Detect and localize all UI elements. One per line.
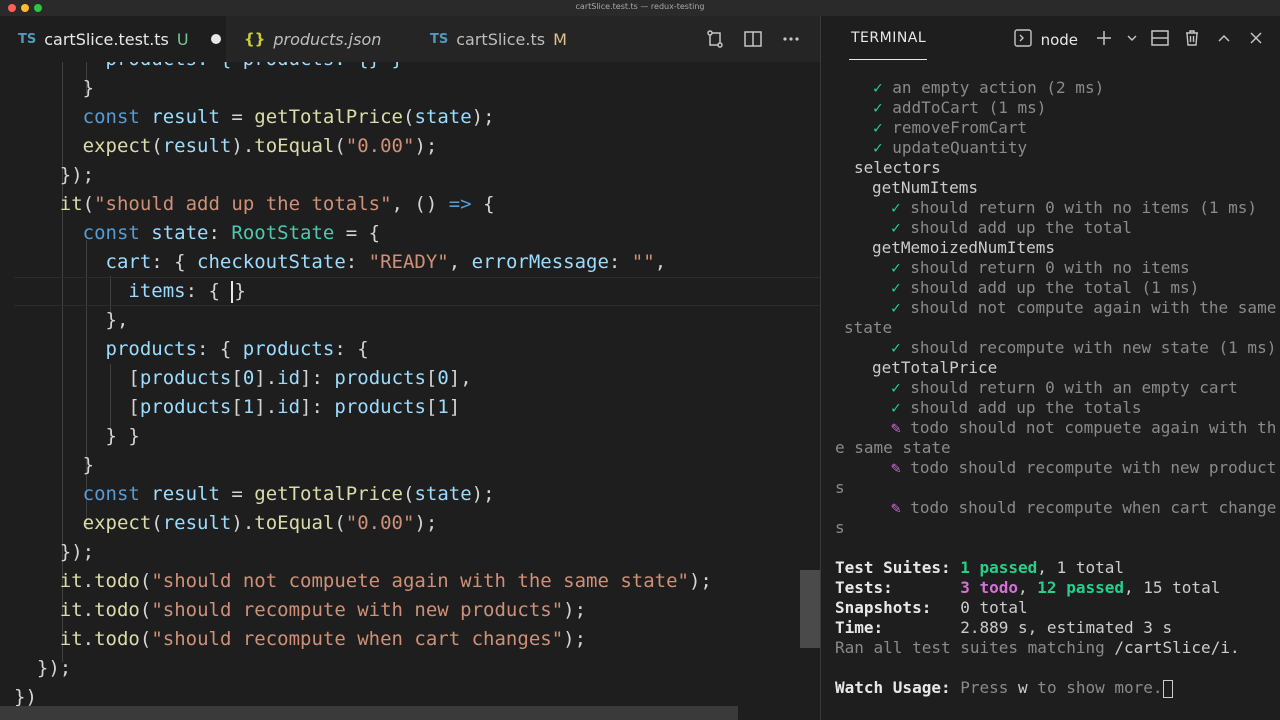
code-line: expect(result).toEqual("0.00"); [82, 512, 438, 534]
code-line: it.todo("should recompute with new produ… [59, 599, 587, 621]
split-editor-icon[interactable] [742, 28, 764, 50]
editor-tab-bar: TS cartSlice.test.ts U {} products.json … [0, 16, 820, 62]
test-result-line: ✓ should add up the total (1 ms) [891, 278, 1200, 297]
summary-tests: Tests: 3 todo, 12 passed, 15 total [835, 578, 1221, 597]
code-line: cart: { checkoutState: "READY", errorMes… [105, 251, 667, 273]
test-result-line: ✓ should recompute with new state (1 ms) [891, 338, 1277, 357]
code-line: it.todo("should recompute when cart chan… [59, 628, 587, 650]
terminal-shell-label[interactable]: node [1041, 31, 1078, 49]
title-bar: cartSlice.test.ts — redux-testing [0, 0, 1280, 16]
test-result-line: ✓ should return 0 with no items [891, 258, 1190, 277]
editor-actions [704, 28, 802, 50]
summary-suites: Test Suites: 1 passed, 1 total [835, 558, 1124, 577]
code-line: }); [59, 541, 95, 563]
json-file-icon: {} [244, 30, 266, 48]
source-control-icon[interactable] [704, 28, 726, 50]
code-line: const result = getTotalPrice(state); [82, 106, 495, 128]
window-title: cartSlice.test.ts — redux-testing [575, 2, 705, 11]
more-icon[interactable] [780, 28, 802, 50]
code-editor[interactable]: products: { products: {} } } const resul… [0, 62, 820, 720]
tab-git-status: M [553, 29, 567, 49]
code-line: expect(result).toEqual("0.00"); [82, 135, 438, 157]
tab-label: cartSlice.test.ts [44, 29, 169, 49]
test-result-line: ✓ should add up the totals [891, 398, 1142, 417]
terminal-actions: node [1013, 28, 1266, 52]
code-line: }, [105, 309, 129, 331]
code-line: [products[0].id]: products[0], [128, 367, 472, 389]
test-result-line: ✓ addToCart (1 ms) [873, 98, 1047, 117]
trash-icon[interactable] [1182, 28, 1202, 52]
typescript-file-icon: TS [430, 31, 449, 47]
test-result-line: ✓ an empty action (2 ms) [873, 78, 1105, 97]
terminal-panel: TERMINAL node ✓ an empty action (2 ms) ✓… [821, 16, 1280, 720]
chevron-down-icon[interactable] [1126, 28, 1138, 52]
code-line: } } [105, 425, 140, 447]
unsaved-dot-icon[interactable] [210, 34, 221, 44]
horizontal-scrollbar[interactable] [0, 706, 738, 720]
test-todo-line: e same state [835, 438, 951, 457]
code-line: }); [36, 657, 72, 679]
test-result-line: ✓ should add up the total [891, 218, 1132, 237]
test-result-line: state [844, 318, 893, 337]
terminal-header: TERMINAL node [821, 16, 1280, 62]
test-todo-line: ✎ todo should recompute with new product [891, 458, 1277, 477]
test-result-line: ✓ should return 0 with an empty cart [891, 378, 1238, 397]
split-terminal-icon[interactable] [1150, 28, 1170, 52]
vertical-scrollbar[interactable] [800, 570, 820, 648]
code-line: const result = getTotalPrice(state); [82, 483, 495, 505]
tab-label: products.json [273, 29, 382, 49]
add-terminal-icon[interactable] [1094, 28, 1114, 52]
close-icon[interactable] [1246, 28, 1266, 52]
summary-ran: Ran all test suites matching /cartSlice/… [835, 638, 1240, 657]
test-todo-line: ✎ todo should not compuete again with th [891, 418, 1277, 437]
test-group-line: getMemoizedNumItems [872, 238, 1056, 257]
code-line: } [82, 77, 95, 99]
code-line: } [82, 454, 95, 476]
watch-usage: Watch Usage: Press w to show more. [835, 678, 1173, 698]
chevron-up-icon[interactable] [1214, 28, 1234, 52]
tab-label: cartSlice.ts [456, 29, 546, 49]
code-line: products: { products: {} } [14, 62, 403, 74]
tab-git-status: U [176, 29, 189, 49]
test-todo-line: s [835, 518, 845, 537]
summary-snapshots: Snapshots: 0 total [835, 598, 1028, 617]
code-line: [products[1].id]: products[1] [128, 396, 461, 418]
text-cursor [231, 280, 234, 303]
code-line: products: { products: { [105, 338, 369, 360]
terminal-cursor [1162, 679, 1173, 698]
typescript-file-icon: TS [18, 31, 37, 47]
test-result-line: ✓ should not compute again with the same [891, 298, 1277, 317]
code-line-current: items: { } [128, 280, 246, 303]
tab-cartslice-test[interactable]: TS cartSlice.test.ts U [0, 16, 226, 62]
test-result-line: ✓ removeFromCart [873, 118, 1028, 137]
active-tab-indicator [849, 59, 927, 60]
tab-products-json[interactable]: {} products.json [226, 16, 412, 62]
terminal-shell-icon[interactable] [1013, 28, 1033, 52]
test-result-line: ✓ should return 0 with no items (1 ms) [891, 198, 1258, 217]
test-result-line: ✓ updateQuantity [873, 138, 1028, 157]
code-line: }); [59, 164, 95, 186]
code-line: const state: RootState = { [82, 222, 381, 244]
code-line: it("should add up the totals", () => { [59, 193, 495, 215]
test-group-line: getNumItems [872, 178, 978, 197]
tab-terminal[interactable]: TERMINAL [851, 30, 926, 46]
test-group-line: selectors [854, 158, 941, 177]
test-todo-line: s [835, 478, 845, 497]
code-line: it.todo("should not compuete again with … [59, 570, 712, 592]
test-group-line: getTotalPrice [872, 358, 998, 377]
test-todo-line: ✎ todo should recompute when cart change [891, 498, 1277, 517]
tab-cartslice[interactable]: TS cartSlice.ts M [412, 16, 582, 62]
summary-time: Time: 2.889 s, estimated 3 s [835, 618, 1173, 637]
